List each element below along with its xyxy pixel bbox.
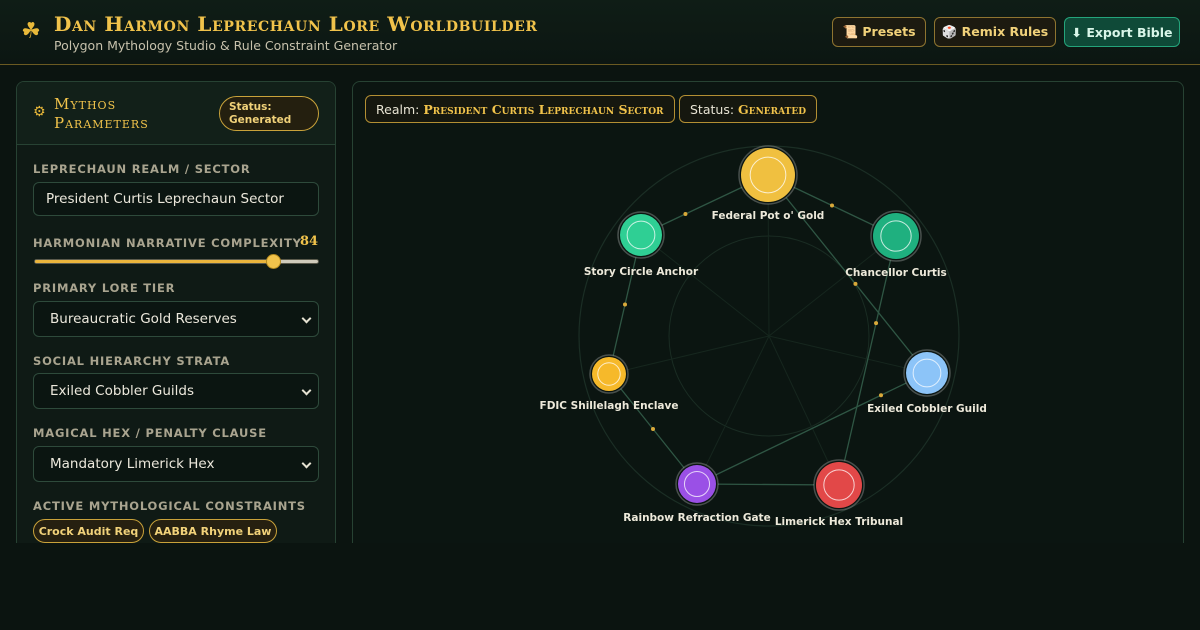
edge-flow-dot xyxy=(853,281,858,286)
node-disc[interactable] xyxy=(816,462,862,508)
chevron-down-icon xyxy=(301,458,312,469)
lore-tier-select[interactable]: Bureaucratic Gold Reserves xyxy=(33,301,319,337)
node-label: Limerick Hex Tribunal xyxy=(775,516,903,528)
hex-select[interactable]: Mandatory Limerick Hex xyxy=(33,446,319,482)
node-label: Federal Pot o' Gold xyxy=(712,210,825,222)
lore-tier-value: Bureaucratic Gold Reserves xyxy=(50,311,237,327)
hierarchy-value: Exiled Cobbler Guilds xyxy=(50,383,195,399)
shamrock-icon: ☘ xyxy=(21,19,41,44)
graph-node-federal-pot[interactable]: Federal Pot o' Gold xyxy=(712,145,825,222)
export-bible-button[interactable]: ⬇ Export Bible xyxy=(1064,17,1180,47)
slider-fill xyxy=(35,260,273,263)
node-disc[interactable] xyxy=(873,213,919,259)
realm-input[interactable] xyxy=(33,182,319,216)
graph-node-fdic[interactable]: FDIC Shillelagh Enclave xyxy=(540,354,679,412)
graph-spoke xyxy=(768,335,928,374)
edge-flow-dot xyxy=(830,203,834,208)
mythos-parameters-panel: ⚙ Mythos Parameters Status: Generated LE… xyxy=(16,81,336,551)
hierarchy-label: SOCIAL HIERARCHY STRATA xyxy=(33,354,231,368)
graph-node-story-circle[interactable]: Story Circle Anchor xyxy=(584,211,699,278)
edge-flow-dot xyxy=(879,393,883,398)
complexity-label: HARMONIAN NARRATIVE COMPLEXITY xyxy=(33,236,302,250)
lore-graph-panel: Realm: President Curtis Leprechaun Secto… xyxy=(352,81,1184,551)
lore-polygon-graph[interactable]: Federal Pot o' Gold Chancellor Curtis Exil… xyxy=(353,82,1184,551)
constraint-tag[interactable]: AABBA Rhyme Law xyxy=(149,519,277,543)
app-header: ☘ Dan Harmon Leprechaun Lore Worldbuilde… xyxy=(0,0,1200,65)
gear-icon: ⚙ xyxy=(33,104,46,120)
graph-node-cobbler[interactable]: Exiled Cobbler Guild xyxy=(867,349,987,415)
hex-label: MAGICAL HEX / PENALTY CLAUSE xyxy=(33,426,267,440)
edge-flow-dot xyxy=(874,321,879,326)
graph-spoke xyxy=(640,234,770,337)
graph-node-rainbow[interactable]: Rainbow Refraction Gate xyxy=(623,462,771,524)
graph-spoke xyxy=(696,335,770,485)
constraint-tag[interactable]: Crock Audit Req xyxy=(33,519,144,543)
chevron-down-icon xyxy=(301,385,312,396)
node-disc[interactable] xyxy=(620,214,662,256)
hex-value: Mandatory Limerick Hex xyxy=(50,456,215,472)
remix-rules-button[interactable]: 🎲 Remix Rules xyxy=(934,17,1056,47)
node-disc[interactable] xyxy=(741,148,795,202)
status-badge-value: Generated xyxy=(229,114,292,126)
status-badge-label: Status: xyxy=(229,101,272,113)
edge-flow-dot xyxy=(623,302,627,307)
lore-tier-label: PRIMARY LORE TIER xyxy=(33,281,176,295)
node-label: Rainbow Refraction Gate xyxy=(623,512,770,524)
node-label: Exiled Cobbler Guild xyxy=(867,403,987,415)
node-label: Chancellor Curtis xyxy=(845,267,947,279)
app-subtitle: Polygon Mythology Studio & Rule Constrai… xyxy=(54,38,398,53)
edge-flow-dot xyxy=(651,427,655,431)
presets-button[interactable]: 📜 Presets xyxy=(832,17,926,47)
complexity-slider[interactable] xyxy=(34,254,319,269)
node-label: Story Circle Anchor xyxy=(584,266,699,278)
node-disc[interactable] xyxy=(678,465,716,503)
page-background xyxy=(0,543,1200,630)
node-label: FDIC Shillelagh Enclave xyxy=(540,400,679,412)
edge-flow-dot xyxy=(683,212,688,216)
panel-header: ⚙ Mythos Parameters Status: Generated xyxy=(17,82,335,145)
status-badge: Status: Generated xyxy=(219,96,319,131)
realm-label: LEPRECHAUN REALM / SECTOR xyxy=(33,162,251,176)
hierarchy-select[interactable]: Exiled Cobbler Guilds xyxy=(33,373,319,409)
graph-spoke xyxy=(608,335,770,375)
slider-thumb[interactable] xyxy=(265,254,281,269)
graph-node-chancellor[interactable]: Chancellor Curtis xyxy=(845,210,947,279)
node-disc[interactable] xyxy=(906,352,948,394)
panel-title: Mythos Parameters xyxy=(54,95,149,132)
complexity-value: 84 xyxy=(300,234,319,249)
chevron-down-icon xyxy=(301,313,312,324)
app-title: Dan Harmon Leprechaun Lore Worldbuilder xyxy=(54,12,538,36)
constraints-label: ACTIVE MYTHOLOGICAL CONSTRAINTS xyxy=(33,499,306,513)
graph-node-limerick[interactable]: Limerick Hex Tribunal xyxy=(775,459,903,528)
node-disc[interactable] xyxy=(592,357,626,391)
